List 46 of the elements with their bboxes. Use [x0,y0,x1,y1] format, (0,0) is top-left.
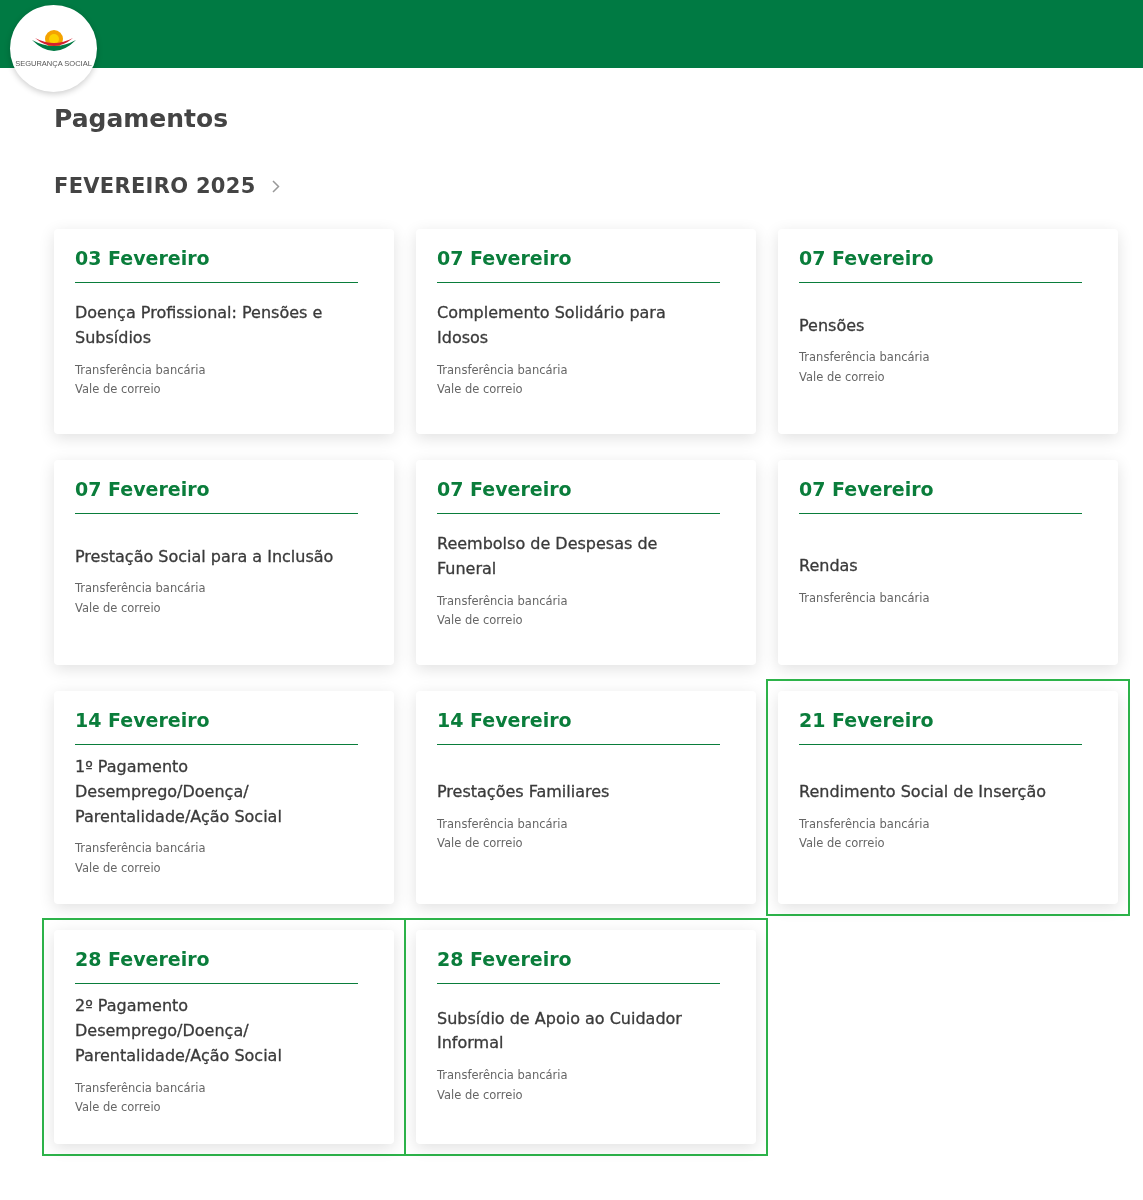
benefit-title: Rendas [799,555,859,578]
payment-method: Vale de correio [75,859,162,877]
payment-method: Transferência bancária [75,580,207,598]
benefit-title: Reembolso de Despesas de Funeral [437,533,659,581]
payment-method: Transferência bancária [75,361,207,379]
payment-method: Vale de correio [799,835,886,853]
payment-method: Vale de correio [75,1099,162,1117]
payment-date: 21 Fevereiro [799,709,1082,745]
payment-method: Vale de correio [75,381,162,399]
payment-date: 07 Fevereiro [799,478,1082,514]
benefit-title: 2º Pagamento Desemprego/Doença/ Parentalidade/Ação Social [75,995,283,1067]
payment-method: Transferência bancária [437,1067,569,1085]
payment-method: Transferência bancária [75,840,207,858]
payment-date: 14 Fevereiro [75,709,358,745]
chevron-right-icon[interactable] [271,180,280,194]
payment-date: 07 Fevereiro [437,478,720,514]
payment-method: Transferência bancária [799,349,931,367]
benefit-title: Pensões [799,314,866,337]
payment-method: Transferência bancária [799,590,931,608]
payment-method: Transferência bancária [437,815,569,833]
benefit-title: Prestações Familiares [437,780,611,803]
benefit-title: Subsídio de Apoio ao Cuidador Informal [437,1007,683,1055]
payment-method: Vale de correio [437,1086,524,1104]
payment-method: Vale de correio [437,835,524,853]
payment-date: 28 Fevereiro [75,948,358,985]
month-heading: FEVEREIRO 2025 [54,174,256,200]
payment-date: 07 Fevereiro [75,478,358,514]
page-title: Pagamentos [54,104,230,134]
payment-method: Vale de correio [437,381,524,399]
payment-date: 28 Fevereiro [437,948,720,985]
payment-method: Vale de correio [799,369,886,386]
payment-date: 14 Fevereiro [437,709,720,745]
payment-method: Transferência bancária [799,815,931,833]
payment-method: Vale de correio [75,600,162,617]
payment-date: 07 Fevereiro [799,247,1082,283]
benefit-title: Rendimento Social de Inserção [799,780,1047,803]
payment-method: Vale de correio [437,612,524,630]
payment-method: Transferência bancária [437,361,569,379]
benefit-title: Complemento Solidário para Idosos [437,302,667,350]
payment-date: 03 Fevereiro [75,247,358,283]
payment-method: Transferência bancária [75,1079,207,1097]
benefit-title: 1º Pagamento Desemprego/Doença/ Parentalidade/Ação Social [75,756,283,828]
payment-method: Transferência bancária [437,592,569,610]
benefit-title: Prestação Social para a Inclusão [75,545,335,568]
payment-date: 07 Fevereiro [437,247,720,283]
benefit-title: Doença Profissional: Pensões e Subsídios [75,302,324,350]
